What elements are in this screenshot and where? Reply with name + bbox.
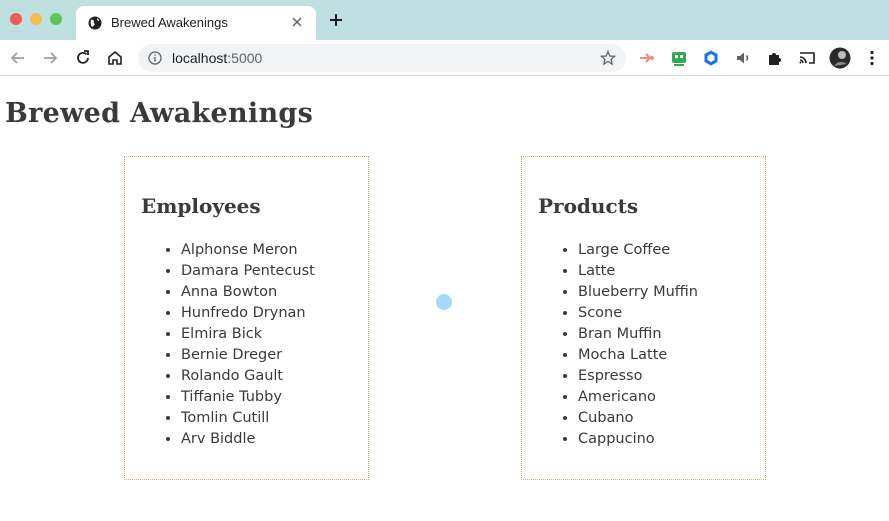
product-item: Americano [578,387,698,408]
menu-dots-icon[interactable] [863,49,881,67]
products-list: Large Coffee Latte Blueberry Muffin Scon… [578,240,698,450]
product-item: Latte [578,261,698,282]
product-item: Blueberry Muffin [578,282,698,303]
home-icon[interactable] [106,49,124,67]
extension-arrow-icon[interactable] [638,49,656,67]
products-heading: Products [538,194,639,218]
employee-item: Anna Bowton [181,282,315,303]
forward-icon[interactable] [41,49,59,67]
product-item: Scone [578,303,698,324]
site-info-icon[interactable] [148,51,162,65]
url-host: localhost [172,50,228,66]
employee-item: Hunfredo Drynan [181,303,315,324]
employee-item: Tiffanie Tubby [181,387,315,408]
maximize-window-button[interactable] [50,13,62,25]
employee-item: Arv Biddle [181,429,315,450]
employees-card: Employees Alphonse Meron Damara Pentecus… [124,156,369,480]
employee-item: Bernie Dreger [181,345,315,366]
tab-title: Brewed Awakenings [111,15,228,30]
cast-icon[interactable] [798,49,816,67]
bookmark-star-icon[interactable] [600,50,616,66]
employee-item: Damara Pentecust [181,261,315,282]
new-tab-icon[interactable] [328,12,344,28]
product-item: Espresso [578,366,698,387]
extension-cube-icon[interactable] [702,49,720,67]
product-item: Cubano [578,408,698,429]
products-card: Products Large Coffee Latte Blueberry Mu… [521,156,766,480]
close-window-button[interactable] [10,13,22,25]
employee-item: Tomlin Cutill [181,408,315,429]
back-icon[interactable] [9,49,27,67]
page-title: Brewed Awakenings [5,98,314,129]
puzzle-extensions-icon[interactable] [766,49,784,67]
product-item: Cappucino [578,429,698,450]
close-tab-icon[interactable] [290,15,304,29]
mouse-cursor-indicator [436,294,452,310]
extension-robot-icon[interactable] [670,49,688,67]
browser-tab[interactable]: Brewed Awakenings [76,6,316,40]
employee-item: Alphonse Meron [181,240,315,261]
employee-item: Rolando Gault [181,366,315,387]
globe-icon [88,16,102,30]
browser-toolbar: localhost:5000 [0,40,889,76]
product-item: Bran Muffin [578,324,698,345]
minimize-window-button[interactable] [30,13,42,25]
employee-item: Elmira Bick [181,324,315,345]
url-port: :5000 [227,50,263,66]
product-item: Large Coffee [578,240,698,261]
product-item: Mocha Latte [578,345,698,366]
profile-avatar-icon[interactable] [829,47,851,69]
employees-heading: Employees [141,194,261,218]
browser-tab-strip: Brewed Awakenings [0,0,889,40]
employees-list: Alphonse Meron Damara Pentecust Anna Bow… [181,240,315,450]
address-bar[interactable]: localhost:5000 [138,44,626,72]
reload-icon[interactable] [74,49,92,67]
address-text: localhost:5000 [172,50,262,66]
speaker-icon[interactable] [734,49,752,67]
